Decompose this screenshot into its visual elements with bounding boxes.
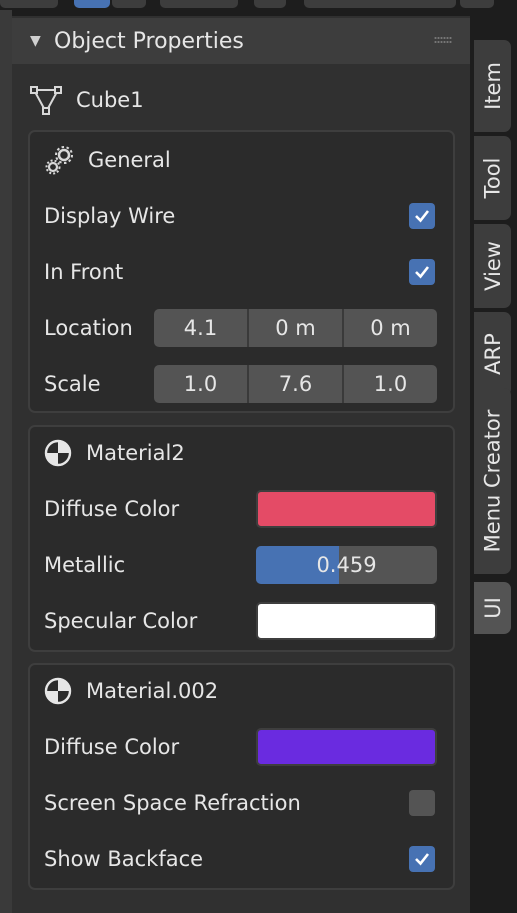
- metallic-slider[interactable]: 0.459: [256, 546, 437, 584]
- sidebar-tabs: Item Tool View ARP Menu Creator UI: [472, 18, 517, 913]
- backface-label: Show Backface: [44, 847, 204, 871]
- diffuse-color-swatch[interactable]: [256, 728, 437, 766]
- toolbar-button[interactable]: [460, 0, 494, 8]
- panel-header[interactable]: ▼ Object Properties: [12, 18, 470, 64]
- triangle-down-icon[interactable]: ▼: [30, 33, 46, 49]
- checkmark-icon: [415, 266, 430, 279]
- drag-grip-icon[interactable]: [434, 37, 452, 45]
- toolbar-button[interactable]: [0, 0, 58, 8]
- material-sphere-icon: [44, 677, 72, 705]
- in-front-label: In Front: [44, 260, 124, 284]
- viewport-edge: [0, 10, 12, 913]
- specular-label: Specular Color: [44, 609, 198, 633]
- location-vector: 4.1 0 m 0 m: [154, 309, 437, 347]
- tab-menu-creator[interactable]: Menu Creator: [474, 388, 511, 574]
- object-row: Cube1: [30, 80, 144, 120]
- checkmark-icon: [415, 853, 430, 866]
- scale-vector: 1.0 7.6 1.0: [154, 365, 437, 403]
- specular-color-swatch[interactable]: [256, 602, 437, 640]
- tab-tool[interactable]: Tool: [474, 136, 511, 220]
- tab-ui[interactable]: UI: [474, 582, 511, 634]
- top-toolbar: [0, 0, 517, 10]
- tab-view[interactable]: View: [474, 224, 511, 308]
- material002-title: Material.002: [86, 679, 219, 703]
- checkmark-icon: [415, 210, 430, 223]
- material002-box: Material.002 Diffuse Color Screen Space …: [28, 663, 455, 890]
- metallic-row: Metallic 0.459: [44, 545, 445, 585]
- diffuse-label: Diffuse Color: [44, 735, 180, 759]
- diffuse-row: Diffuse Color: [44, 727, 445, 767]
- toolbar-button[interactable]: [160, 0, 238, 8]
- material002-header: Material.002: [44, 671, 218, 711]
- backface-row: Show Backface: [44, 839, 445, 879]
- backface-checkbox[interactable]: [409, 846, 435, 872]
- gears-icon: [45, 146, 73, 175]
- shading-buttons[interactable]: [304, 0, 456, 8]
- location-x-field[interactable]: 4.1: [154, 309, 249, 347]
- location-y-field[interactable]: 0 m: [249, 309, 344, 347]
- general-header: General: [44, 140, 171, 180]
- ssr-checkbox[interactable]: [409, 790, 435, 816]
- object-name: Cube1: [76, 88, 144, 112]
- material2-box: Material2 Diffuse Color Metallic 0.459 S…: [28, 425, 455, 652]
- scale-row: Scale 1.0 7.6 1.0: [44, 364, 445, 404]
- location-row: Location 4.1 0 m 0 m: [44, 308, 445, 348]
- in-front-row: In Front: [44, 252, 445, 292]
- diffuse-label: Diffuse Color: [44, 497, 180, 521]
- mesh-triangle-icon: [30, 86, 62, 115]
- scale-z-field[interactable]: 1.0: [344, 365, 437, 403]
- display-wire-row: Display Wire: [44, 196, 445, 236]
- ssr-row: Screen Space Refraction: [44, 783, 445, 823]
- diffuse-color-swatch[interactable]: [256, 490, 437, 528]
- ssr-label: Screen Space Refraction: [44, 791, 301, 815]
- scale-label: Scale: [44, 372, 101, 396]
- toolbar-button[interactable]: [74, 0, 110, 8]
- tab-item[interactable]: Item: [474, 40, 511, 132]
- toolbar-button[interactable]: [254, 0, 286, 8]
- diffuse-row: Diffuse Color: [44, 489, 445, 529]
- specular-row: Specular Color: [44, 601, 445, 641]
- scale-y-field[interactable]: 7.6: [249, 365, 344, 403]
- material2-header: Material2: [44, 433, 185, 473]
- scale-x-field[interactable]: 1.0: [154, 365, 249, 403]
- in-front-checkbox[interactable]: [409, 259, 435, 285]
- general-title: General: [88, 148, 171, 172]
- material2-title: Material2: [86, 441, 185, 465]
- metallic-value: 0.459: [316, 553, 377, 577]
- display-wire-label: Display Wire: [44, 204, 176, 228]
- tab-arp[interactable]: ARP: [474, 312, 511, 396]
- metallic-label: Metallic: [44, 553, 126, 577]
- location-z-field[interactable]: 0 m: [344, 309, 437, 347]
- panel-title: Object Properties: [54, 28, 244, 54]
- material-sphere-icon: [44, 439, 72, 467]
- toolbar-button[interactable]: [112, 0, 146, 8]
- location-label: Location: [44, 316, 133, 340]
- general-box: General Display Wire In Front Location 4…: [28, 130, 455, 413]
- display-wire-checkbox[interactable]: [409, 203, 435, 229]
